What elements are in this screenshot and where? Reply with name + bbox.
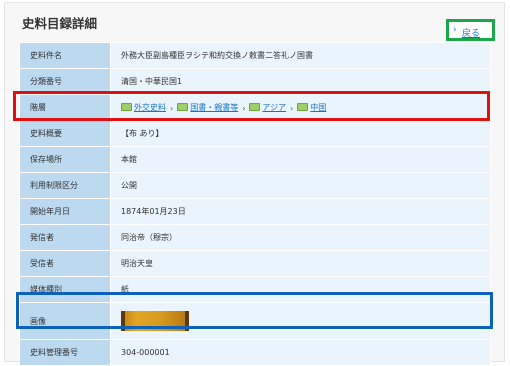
table-row: 史料概要 【布 あり】: [19, 120, 491, 147]
row-label: 階層: [19, 94, 111, 121]
row-value: 紙: [110, 276, 491, 303]
row-label: 分類番号: [19, 68, 111, 95]
row-value: 304-000001: [110, 339, 491, 366]
table-row: 媒体種別 紙: [19, 276, 491, 303]
row-value: 清国・中華民国1: [110, 68, 491, 95]
back-link-highlight: › 戻る: [446, 19, 495, 41]
row-label: 画像: [19, 302, 111, 340]
row-value: 同治帝（穆宗）: [110, 224, 491, 251]
row-value: 1874年01月23日: [110, 198, 491, 225]
row-value: 【布 あり】: [110, 120, 491, 147]
breadcrumb-link-asia[interactable]: アジア: [262, 102, 286, 113]
breadcrumb-separator: ›: [170, 104, 174, 114]
folder-icon: [121, 103, 132, 112]
table-row-hierarchy: 階層 外交史料 › 国書・親書等 › アジア › 中国: [19, 94, 491, 121]
table-row: 史料管理番号 304-000001: [19, 339, 491, 366]
table-row: 保存場所 本館: [19, 146, 491, 173]
breadcrumb-link-china[interactable]: 中国: [310, 102, 326, 113]
chevron-right-icon: ›: [453, 25, 457, 35]
breadcrumb-item: 外交史料: [121, 102, 166, 113]
page-title: 史料目録詳細: [22, 16, 98, 31]
breadcrumb-item: 国書・親書等: [177, 102, 238, 113]
row-label: 媒体種別: [19, 276, 111, 303]
row-label: 史料管理番号: [19, 339, 111, 366]
table-row-image: 画像: [19, 302, 491, 340]
folder-icon: [249, 103, 261, 112]
hierarchy-breadcrumb: 外交史料 › 国書・親書等 › アジア › 中国: [110, 94, 491, 121]
row-value: 本館: [110, 146, 491, 173]
breadcrumb-item: 中国: [297, 102, 326, 113]
row-value: 明治天皇: [110, 250, 491, 277]
image-cell: [110, 302, 491, 340]
row-label: 保存場所: [19, 146, 111, 173]
breadcrumb-separator: ›: [290, 104, 294, 114]
folder-icon: [177, 103, 189, 112]
breadcrumb-separator: ›: [242, 104, 246, 114]
row-label: 開始年月日: [19, 198, 111, 225]
row-value: 外務大臣副島種臣ヲシテ和約交換ノ敕書二答礼ノ国書: [110, 42, 491, 69]
document-thumbnail[interactable]: [121, 311, 189, 331]
row-value: 公開: [110, 172, 491, 199]
metadata-table: 史料件名 外務大臣副島種臣ヲシテ和約交換ノ敕書二答礼ノ国書 分類番号 清国・中華…: [19, 42, 491, 366]
folder-icon: [297, 103, 309, 112]
table-row: 史料件名 外務大臣副島種臣ヲシテ和約交換ノ敕書二答礼ノ国書: [19, 42, 491, 69]
row-label: 発信者: [19, 224, 111, 251]
row-label: 受信者: [19, 250, 111, 277]
table-row: 分類番号 清国・中華民国1: [19, 68, 491, 95]
table-row: 発信者 同治帝（穆宗）: [19, 224, 491, 251]
row-label: 利用制限区分: [19, 172, 111, 199]
breadcrumb-item: アジア: [249, 102, 286, 113]
row-label: 史料件名: [19, 42, 111, 69]
back-link[interactable]: 戻る: [462, 26, 480, 39]
table-row: 利用制限区分 公開: [19, 172, 491, 199]
row-label: 史料概要: [19, 120, 111, 147]
table-row: 受信者 明治天皇: [19, 250, 491, 277]
table-row: 開始年月日 1874年01月23日: [19, 198, 491, 225]
breadcrumb-link-state-letters[interactable]: 国書・親書等: [190, 102, 238, 113]
breadcrumb-link-foreign-records[interactable]: 外交史料: [134, 102, 166, 113]
